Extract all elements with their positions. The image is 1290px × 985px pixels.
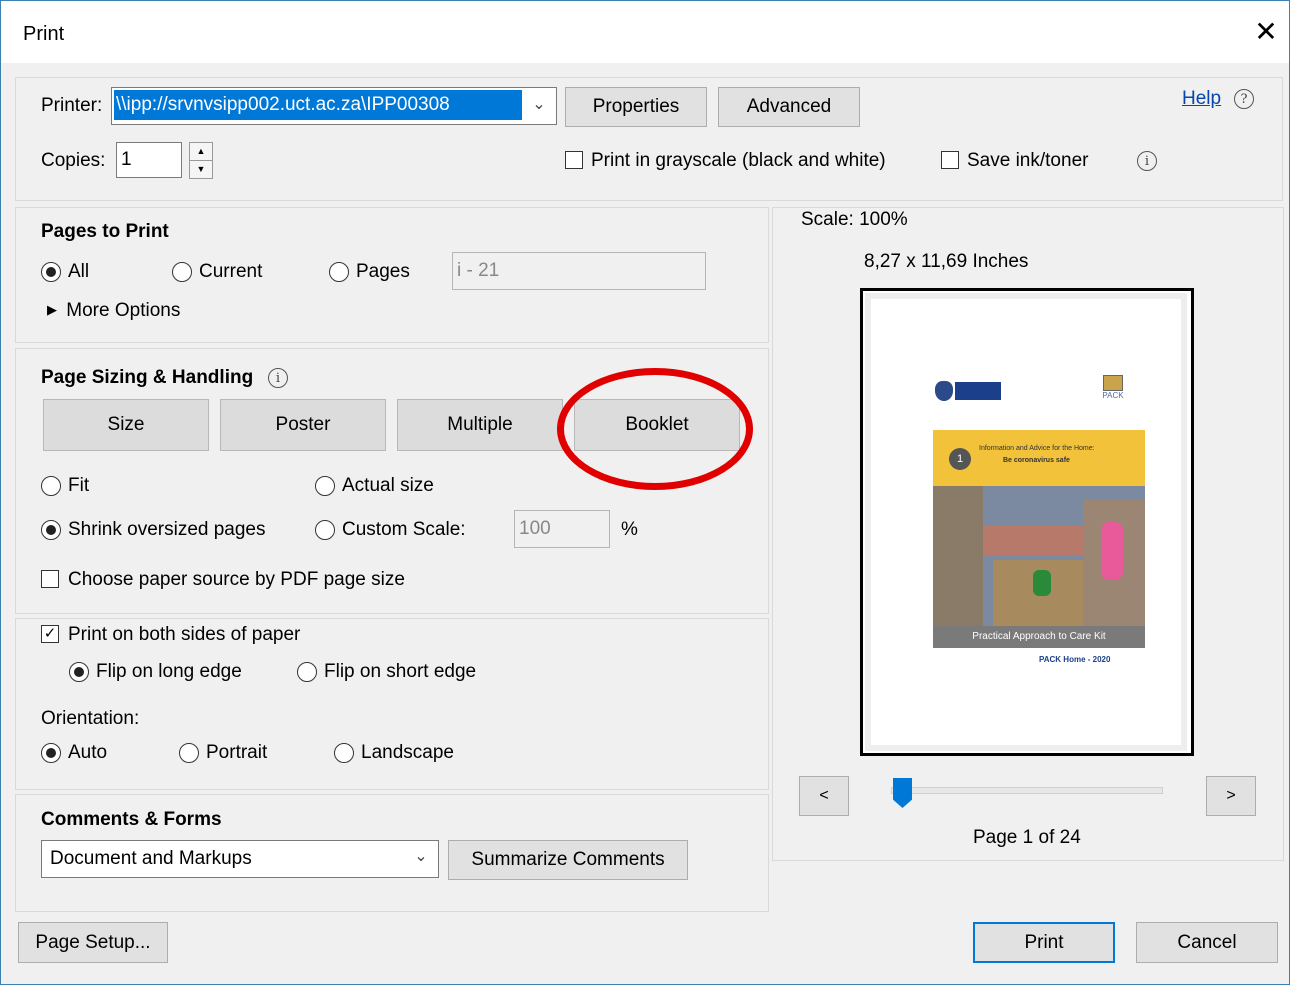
- page-slider-track[interactable]: [891, 787, 1163, 794]
- radio-short-edge[interactable]: [297, 662, 317, 682]
- pack-logo: PACK: [1099, 375, 1127, 403]
- title-bar: Print ✕: [1, 1, 1289, 63]
- help-link[interactable]: Help: [1182, 88, 1221, 110]
- cover-number: 1: [949, 448, 971, 470]
- close-icon[interactable]: ✕: [1251, 17, 1281, 47]
- save-ink-checkbox[interactable]: [941, 151, 959, 169]
- grayscale-checkbox[interactable]: [565, 151, 583, 169]
- radio-fit[interactable]: [41, 476, 61, 496]
- cover-banner: Practical Approach to Care Kit: [933, 626, 1145, 648]
- radio-portrait[interactable]: [179, 743, 199, 763]
- paper-source-label: Choose paper source by PDF page size: [68, 569, 405, 590]
- radio-actual-size-label: Actual size: [342, 475, 434, 496]
- radio-long-edge-label: Flip on long edge: [96, 661, 242, 682]
- page-setup-button[interactable]: Page Setup...: [18, 922, 168, 963]
- cover-image: 1 Information and Advice for the Home: B…: [933, 430, 1145, 648]
- copies-label: Copies:: [41, 150, 106, 171]
- radio-custom-scale[interactable]: [315, 520, 335, 540]
- radio-pages-label: Pages: [356, 261, 410, 282]
- comments-forms-select[interactable]: Document and Markups ⌄: [41, 840, 439, 878]
- printer-selected-value: \\ipp://srvnvsipp002.uct.ac.za\IPP00308: [114, 90, 522, 120]
- page-indicator: Page 1 of 24: [973, 827, 1081, 848]
- radio-shrink-label: Shrink oversized pages: [68, 519, 266, 540]
- tab-size[interactable]: Size: [43, 399, 209, 451]
- cover-footer: PACK Home - 2020: [1039, 655, 1111, 664]
- pages-range-input[interactable]: i - 21: [452, 252, 706, 290]
- coat-of-arms-icon: [935, 381, 953, 401]
- radio-actual-size[interactable]: [315, 476, 335, 496]
- custom-scale-input[interactable]: 100: [514, 510, 610, 548]
- radio-landscape-label: Landscape: [361, 742, 454, 763]
- copies-input[interactable]: 1: [116, 142, 182, 178]
- scale-text: Scale: 100%: [801, 209, 908, 230]
- radio-shrink[interactable]: [41, 520, 61, 540]
- radio-pages[interactable]: [329, 262, 349, 282]
- save-ink-label: Save ink/toner: [967, 150, 1089, 171]
- info-icon[interactable]: i: [268, 368, 288, 388]
- help-question-icon[interactable]: ?: [1234, 89, 1254, 109]
- grayscale-label: Print in grayscale (black and white): [591, 150, 886, 171]
- prev-page-button[interactable]: <: [799, 776, 849, 816]
- percent-sign: %: [621, 519, 638, 540]
- more-options-toggle[interactable]: ▶ More Options: [47, 300, 180, 322]
- orientation-label: Orientation:: [41, 708, 140, 729]
- pack-logo-text: PACK: [1102, 391, 1124, 400]
- radio-all-label: All: [68, 261, 90, 282]
- tab-poster[interactable]: Poster: [220, 399, 386, 451]
- properties-button[interactable]: Properties: [565, 87, 707, 127]
- radio-short-edge-label: Flip on short edge: [324, 661, 477, 682]
- print-button[interactable]: Print: [973, 922, 1115, 963]
- radio-auto-label: Auto: [68, 742, 108, 763]
- cover-title-1: Information and Advice for the Home:: [979, 445, 1095, 452]
- triangle-right-icon: ▶: [47, 302, 57, 317]
- page-sizing-heading: Page Sizing & Handling: [41, 367, 254, 388]
- radio-fit-label: Fit: [68, 475, 90, 496]
- chevron-down-icon: ⌄: [414, 848, 428, 865]
- tab-multiple[interactable]: Multiple: [397, 399, 563, 451]
- advanced-button[interactable]: Advanced: [718, 87, 860, 127]
- pages-to-print-heading: Pages to Print: [41, 221, 169, 242]
- printer-label: Printer:: [41, 95, 103, 116]
- highlight-circle: [557, 368, 753, 490]
- radio-auto[interactable]: [41, 743, 61, 763]
- cancel-button[interactable]: Cancel: [1136, 922, 1278, 963]
- print-dialog: Print ✕ Printer: \\ipp://srvnvsipp002.uc…: [0, 0, 1290, 985]
- chevron-down-icon: ⌄: [532, 96, 546, 113]
- radio-current[interactable]: [172, 262, 192, 282]
- radio-current-label: Current: [199, 261, 263, 282]
- radio-custom-scale-label: Custom Scale:: [342, 519, 466, 540]
- stepper-up-icon[interactable]: ▲: [189, 142, 213, 161]
- page-preview: PACK 1 Information and Advice for the Ho…: [860, 288, 1194, 756]
- more-options-label: More Options: [66, 300, 181, 321]
- radio-landscape[interactable]: [334, 743, 354, 763]
- comments-forms-heading: Comments & Forms: [41, 809, 222, 830]
- radio-portrait-label: Portrait: [206, 742, 268, 763]
- paper-size-text: 8,27 x 11,69 Inches: [864, 251, 1029, 272]
- radio-all[interactable]: [41, 262, 61, 282]
- both-sides-label: Print on both sides of paper: [68, 624, 301, 645]
- paper-source-checkbox[interactable]: [41, 570, 59, 588]
- cover-title-2: Be coronavirus safe: [1003, 457, 1070, 464]
- radio-long-edge[interactable]: [69, 662, 89, 682]
- government-logo: [955, 382, 1001, 400]
- info-icon[interactable]: i: [1137, 151, 1157, 171]
- summarize-comments-button[interactable]: Summarize Comments: [448, 840, 688, 880]
- printer-select[interactable]: \\ipp://srvnvsipp002.uct.ac.za\IPP00308 …: [111, 87, 557, 125]
- next-page-button[interactable]: >: [1206, 776, 1256, 816]
- copies-stepper[interactable]: ▲ ▼: [189, 142, 213, 179]
- comments-forms-value: Document and Markups: [50, 848, 252, 869]
- both-sides-checkbox[interactable]: ✓: [41, 625, 59, 643]
- stepper-down-icon[interactable]: ▼: [189, 160, 213, 179]
- window-title: Print: [23, 23, 65, 45]
